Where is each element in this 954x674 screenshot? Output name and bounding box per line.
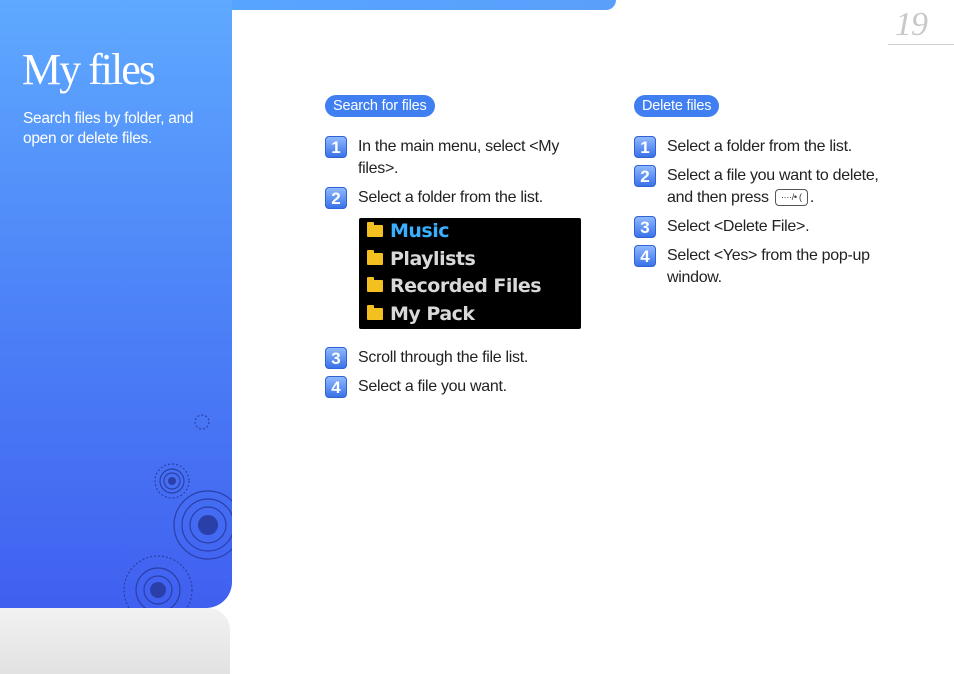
folder-icon xyxy=(367,305,383,320)
folder-label: My Pack xyxy=(390,303,475,325)
step-number-badge: 1 xyxy=(325,136,347,158)
page-number: 19 xyxy=(895,6,928,43)
page-title: My files xyxy=(22,45,156,94)
page-number-rule xyxy=(888,44,954,45)
folder-icon xyxy=(367,250,383,265)
step-text: In the main menu, select <My files>. xyxy=(358,138,560,177)
sidebar-panel: My files Search files by folder, and ope… xyxy=(0,0,232,608)
step-text: Select a file you want. xyxy=(358,378,507,395)
step-number-badge: 1 xyxy=(634,136,656,158)
step-text: Select <Delete File>. xyxy=(667,218,810,235)
step-text: Scroll through the file list. xyxy=(358,349,529,366)
folder-icon xyxy=(367,277,383,292)
menu-key-icon: ····/• ( xyxy=(774,189,808,207)
step-text: Select <Yes> from the pop-up window. xyxy=(667,247,870,286)
step-number-badge: 2 xyxy=(325,187,347,209)
bottom-left-panel xyxy=(0,608,230,674)
folder-label: Playlists xyxy=(390,248,476,270)
delete-section-heading: Delete files xyxy=(634,95,720,117)
folder-icon xyxy=(367,222,383,237)
top-band xyxy=(232,0,616,10)
step-text-before: Select a file you want to delete, and th… xyxy=(667,167,879,206)
step-number-badge: 3 xyxy=(634,216,656,238)
folder-label: Recorded Files xyxy=(390,275,542,297)
step-number-badge: 3 xyxy=(325,347,347,369)
step-number-badge: 4 xyxy=(325,376,347,398)
step-number-badge: 4 xyxy=(634,245,656,267)
step-text: Select a folder from the list. xyxy=(667,138,852,155)
step-text: Select a file you want to delete, and th… xyxy=(667,165,885,209)
page-subtitle: Search files by folder, and open or dele… xyxy=(23,110,194,147)
folder-label: Music xyxy=(390,220,450,242)
search-section-heading: Search for files xyxy=(325,95,435,117)
step-number-badge: 2 xyxy=(634,165,656,187)
step-text: Select a folder from the list. xyxy=(358,189,543,206)
step-text-after: . xyxy=(809,189,814,206)
device-screen-folder-list: Music Playlists Recorded Files My Pack xyxy=(359,218,581,329)
